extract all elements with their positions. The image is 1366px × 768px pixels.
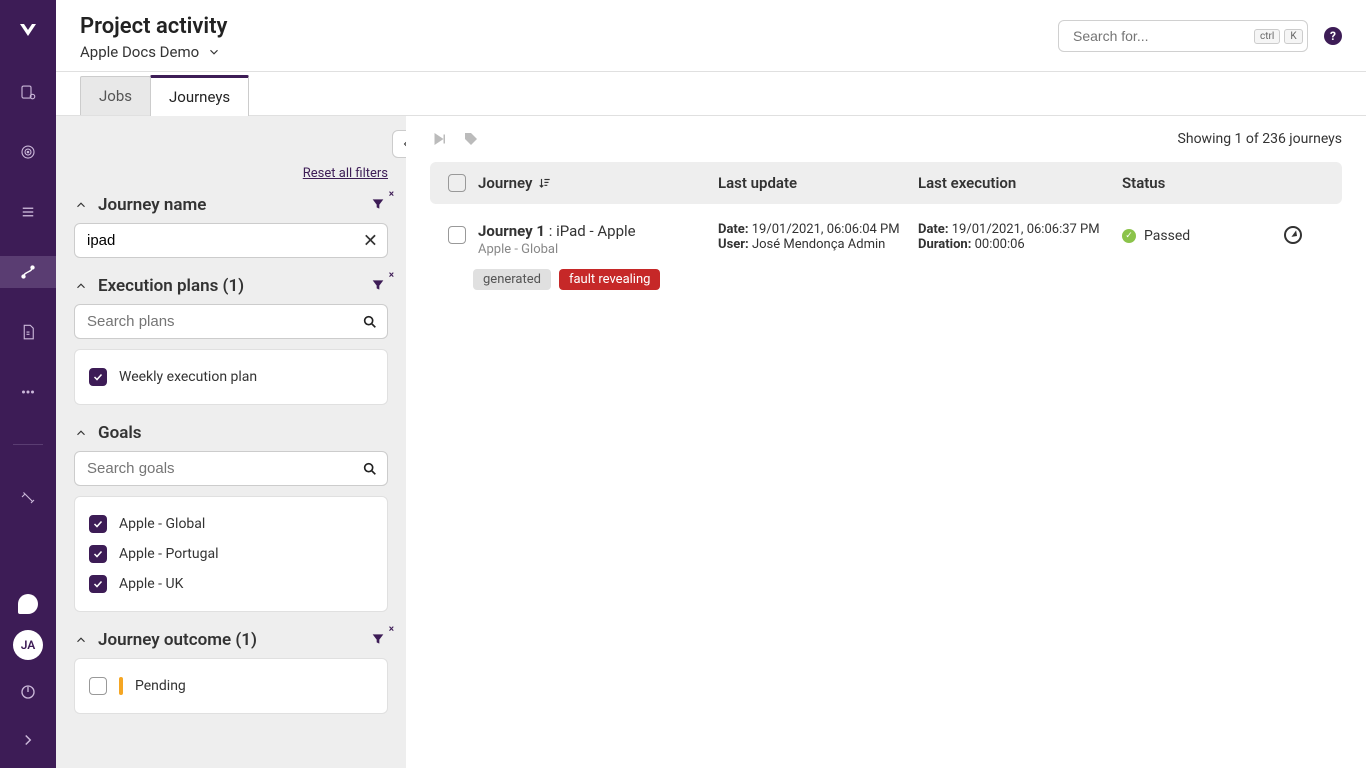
filter-title-label: Journey name (98, 195, 206, 215)
search-icon (362, 461, 378, 477)
goal-option[interactable]: Apple - UK (89, 569, 373, 599)
search-icon (362, 314, 378, 330)
chevron-down-icon (207, 45, 221, 59)
filter-execution-plans: Execution plans (1) (74, 276, 388, 405)
outcome-option[interactable]: Pending (89, 671, 373, 701)
journey-row[interactable]: Journey 1 : iPad - Apple Apple - Global … (430, 204, 1342, 308)
row-checkbox[interactable] (448, 226, 466, 244)
col-exec-label[interactable]: Last execution (918, 174, 1118, 192)
nav-item-satellite[interactable] (0, 481, 56, 513)
tab-jobs[interactable]: Jobs (80, 76, 151, 115)
checkbox[interactable] (89, 575, 107, 593)
clear-filter-icon[interactable] (370, 631, 388, 649)
goal-option[interactable]: Apple - Portugal (89, 539, 373, 569)
rerun-icon[interactable] (1284, 226, 1302, 244)
tag-generated: generated (473, 269, 551, 290)
tabs: Jobs Journeys (56, 72, 1366, 116)
filter-title-label: Journey outcome (1) (98, 630, 257, 650)
plan-option[interactable]: Weekly execution plan (89, 362, 373, 392)
nav-item-more[interactable] (0, 376, 56, 408)
goal-label: Apple - Global (119, 516, 205, 532)
search-input[interactable] (1073, 28, 1254, 44)
journey-count: Showing 1 of 236 journeys (1178, 131, 1342, 147)
goal-label: Apple - UK (119, 576, 183, 592)
checkbox[interactable] (89, 677, 107, 695)
journey-title: Journey 1 : iPad - Apple (478, 222, 718, 240)
nav-item-target[interactable] (0, 136, 56, 168)
nav-item-file[interactable] (0, 316, 56, 348)
sort-icon[interactable] (538, 176, 552, 190)
play-icon[interactable] (430, 130, 448, 148)
checkbox[interactable] (89, 368, 107, 386)
filters-panel: Reset all filters Journey name (56, 116, 406, 768)
tab-journeys[interactable]: Journeys (150, 75, 249, 116)
checkbox[interactable] (89, 545, 107, 563)
plans-search-input[interactable] (74, 304, 388, 339)
user-avatar[interactable]: JA (13, 630, 43, 660)
goals-search-input[interactable] (74, 451, 388, 486)
status-label: Passed (1144, 228, 1190, 244)
clear-filter-icon[interactable] (370, 196, 388, 214)
pending-indicator (119, 677, 123, 695)
tag-icon[interactable] (462, 130, 480, 148)
clear-filter-icon[interactable] (370, 277, 388, 295)
chat-icon[interactable] (18, 594, 38, 614)
tag-fault-revealing: fault revealing (559, 269, 660, 290)
nav-item-journeys[interactable] (0, 256, 56, 288)
project-selector[interactable]: Apple Docs Demo (80, 43, 227, 61)
outcome-label: Pending (135, 678, 186, 694)
collapse-filters-button[interactable] (392, 130, 406, 158)
plan-label: Weekly execution plan (119, 369, 257, 385)
chevron-up-icon[interactable] (74, 279, 88, 293)
header: Project activity Apple Docs Demo ctrl K … (56, 0, 1366, 72)
goal-option[interactable]: Apple - Global (89, 509, 373, 539)
reset-filters-link[interactable]: Reset all filters (74, 166, 388, 181)
filter-title-label: Execution plans (1) (98, 276, 244, 296)
global-search[interactable]: ctrl K (1058, 20, 1308, 52)
filter-title-label: Goals (98, 423, 142, 443)
page-title: Project activity (80, 14, 227, 39)
filter-journey-outcome: Journey outcome (1) Pending (74, 630, 388, 714)
chevron-up-icon[interactable] (74, 633, 88, 647)
nav-item-1[interactable] (0, 76, 56, 108)
power-icon[interactable] (0, 676, 56, 708)
collapse-rail-icon[interactable] (0, 724, 56, 756)
col-journey-label[interactable]: Journey (478, 174, 532, 192)
logo-icon[interactable] (14, 18, 42, 46)
goal-label: Apple - Portugal (119, 546, 219, 562)
col-update-label[interactable]: Last update (718, 174, 918, 192)
help-icon[interactable]: ? (1324, 27, 1342, 45)
chevron-up-icon[interactable] (74, 198, 88, 212)
checkbox[interactable] (89, 515, 107, 533)
project-name: Apple Docs Demo (80, 43, 199, 61)
nav-item-list[interactable] (0, 196, 56, 228)
journey-subtitle: Apple - Global (478, 242, 718, 257)
status-passed-icon: ✓ (1122, 229, 1136, 243)
journey-name-input[interactable] (74, 223, 388, 258)
filter-goals: Goals Apple - Global (74, 423, 388, 612)
table-header: Journey Last update Last execution Statu… (430, 162, 1342, 204)
chevron-up-icon[interactable] (74, 426, 88, 440)
nav-rail: JA (0, 0, 56, 768)
col-status-label[interactable]: Status (1118, 174, 1324, 192)
select-all-checkbox[interactable] (448, 174, 466, 192)
clear-input-icon[interactable]: ✕ (363, 230, 378, 251)
filter-journey-name: Journey name ✕ (74, 195, 388, 258)
journeys-panel: Showing 1 of 236 journeys Journey Last u… (406, 116, 1366, 768)
kbd-k: K (1284, 29, 1302, 44)
kbd-ctrl: ctrl (1254, 29, 1280, 44)
